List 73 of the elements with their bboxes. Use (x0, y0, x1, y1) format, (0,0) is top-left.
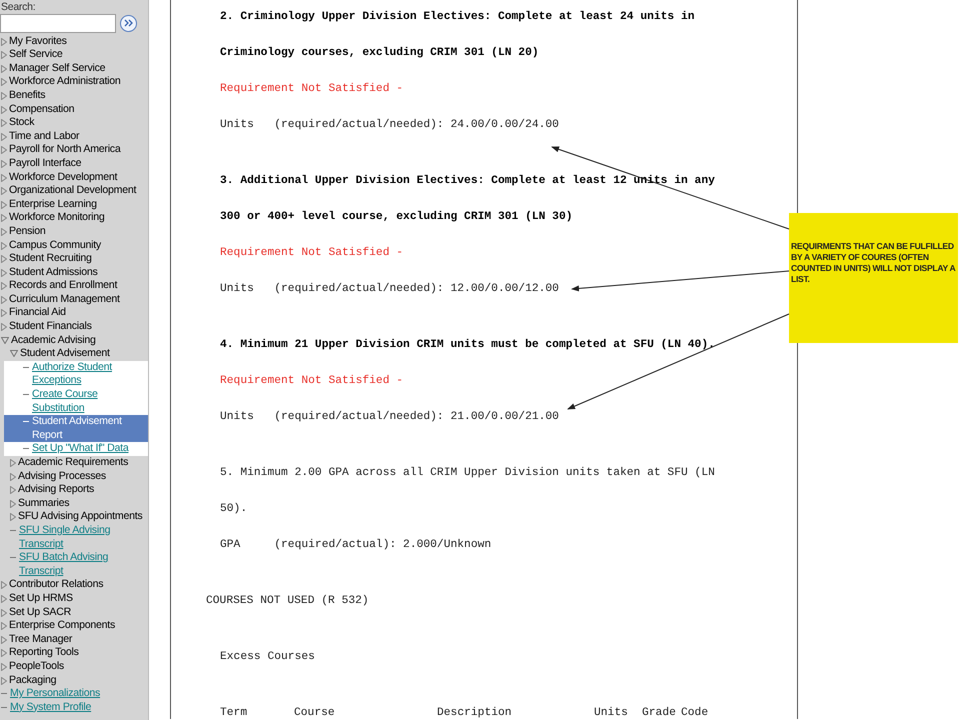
column-header: Course (294, 706, 336, 720)
menu-folder[interactable]: Set Up SACR (9, 606, 72, 620)
menu-folder[interactable]: Contributor Relations (9, 578, 104, 592)
menu-folder[interactable]: Financial Aid (9, 306, 66, 320)
report-line: Requirement Not Satisfied - (220, 375, 404, 387)
report-line: Units (required/actual/needed): 24.00/0.00/24.00 (220, 119, 559, 131)
report-line: GPA (required/actual): 2.000/Unknown (220, 539, 492, 551)
report-line: 5. Minimum 2.00 GPA across all CRIM Upper Division units taken at SFU (LN (220, 467, 715, 479)
dash-icon (10, 557, 16, 558)
report-line: COURSES NOT USED (R 532) (206, 595, 369, 607)
menu-folder[interactable]: Curriculum Management (9, 292, 120, 306)
menu-folder[interactable]: SFU Advising Appointments (18, 510, 142, 524)
menu-folder[interactable]: Workforce Development (9, 170, 118, 184)
menu-folder[interactable]: Self Service (9, 48, 63, 62)
menu-folder[interactable]: Student Admissions (9, 266, 98, 280)
column-header: Description (437, 706, 513, 720)
menu-folder[interactable]: My Favorites (9, 34, 67, 48)
menu-folder[interactable]: Reporting Tools (9, 646, 79, 660)
menu-folder[interactable]: Pension (9, 224, 46, 238)
report-line: 4. Minimum 21 Upper Division CRIM units must be completed at SFU (LN 40). (220, 339, 715, 351)
menu-folder[interactable]: Summaries (18, 496, 70, 510)
menu-folder[interactable]: Set Up HRMS (9, 592, 73, 606)
menu-link[interactable]: Set Up "What If" Data (32, 442, 128, 456)
menu-folder[interactable]: Stock (9, 116, 34, 130)
column-header: Units (594, 706, 629, 720)
report-line: 50). (220, 503, 248, 515)
report-line: Requirement Not Satisfied - (220, 83, 404, 95)
menu-folder[interactable]: Workforce Monitoring (9, 211, 104, 225)
dash-icon (23, 421, 29, 422)
search-go-icon[interactable] (120, 14, 137, 32)
menu-folder[interactable]: Enterprise Learning (9, 198, 97, 212)
column-header: Code (681, 706, 710, 720)
column-header: Grade (642, 706, 677, 720)
menu-link[interactable]: Authorize Student Exceptions (32, 360, 148, 388)
menu-folder[interactable]: Payroll Interface (9, 156, 82, 171)
dash-icon (1, 706, 7, 708)
dash-icon (23, 366, 29, 368)
menu-folder[interactable]: Student Recruiting (9, 252, 92, 266)
dash-icon (23, 394, 29, 396)
menu-folder[interactable]: Benefits (9, 88, 46, 103)
menu-folder[interactable]: Time and Labor (9, 130, 80, 144)
menu-folder[interactable]: Packaging (9, 674, 56, 688)
menu-folder[interactable]: Advising Reports (18, 483, 94, 497)
report-line: Requirement Not Satisfied - (220, 247, 404, 259)
report-line: Units (required/actual/needed): 12.00/0.00/12.00 (220, 283, 559, 295)
column-header: Term (220, 706, 248, 720)
search-label: Search: (1, 1, 36, 13)
menu-folder[interactable]: Academic Requirements (18, 456, 128, 470)
menu-folder[interactable]: Records and Enrollment (9, 279, 118, 293)
menu-folder[interactable]: Tree Manager (9, 632, 72, 646)
menu-folder[interactable]: Workforce Administration (9, 75, 121, 89)
menu-folder[interactable]: PeopleTools (9, 660, 64, 674)
report-line: Criminology courses, excluding CRIM 301 (LN 20) (220, 47, 539, 59)
search-field[interactable] (0, 14, 116, 33)
menu-folder[interactable]: Academic Advising (11, 334, 96, 348)
dash-icon (23, 448, 29, 450)
report-line: Units (required/actual/needed): 21.00/0.00/21.00 (220, 411, 559, 423)
report-line: 2. Criminology Upper Division Electives: Complete at least 24 units in (220, 11, 695, 23)
menu-folder[interactable]: Compensation (9, 102, 74, 116)
report-line: Excess Courses (220, 651, 315, 663)
callout-text: REQUIRMENTS THAT CAN BE FULFILLED BY A VARIETY OF COURES (OFTEN COUNTED IN UNITS) WILL NOT DISPLAY A LIST. (791, 241, 956, 284)
menu-folder[interactable]: Organizational Development (9, 184, 136, 198)
menu-folder[interactable]: Student Advisement (20, 347, 110, 361)
menu-folder[interactable]: Payroll for North America (9, 143, 120, 157)
menu-folder[interactable]: Manager Self Service (9, 62, 106, 76)
menu-folder[interactable]: Student Financials (9, 320, 92, 334)
menu-link[interactable]: Create Course Substitution (32, 388, 148, 416)
dash-icon (1, 693, 7, 694)
dash-icon (10, 530, 16, 531)
report-line: 300 or 400+ level course, excluding CRIM 301 (LN 30) (220, 211, 573, 223)
menu-folder[interactable]: Advising Processes (18, 470, 106, 484)
menu-folder[interactable]: Campus Community (9, 238, 101, 252)
menu-folder[interactable]: Enterprise Components (9, 619, 116, 633)
